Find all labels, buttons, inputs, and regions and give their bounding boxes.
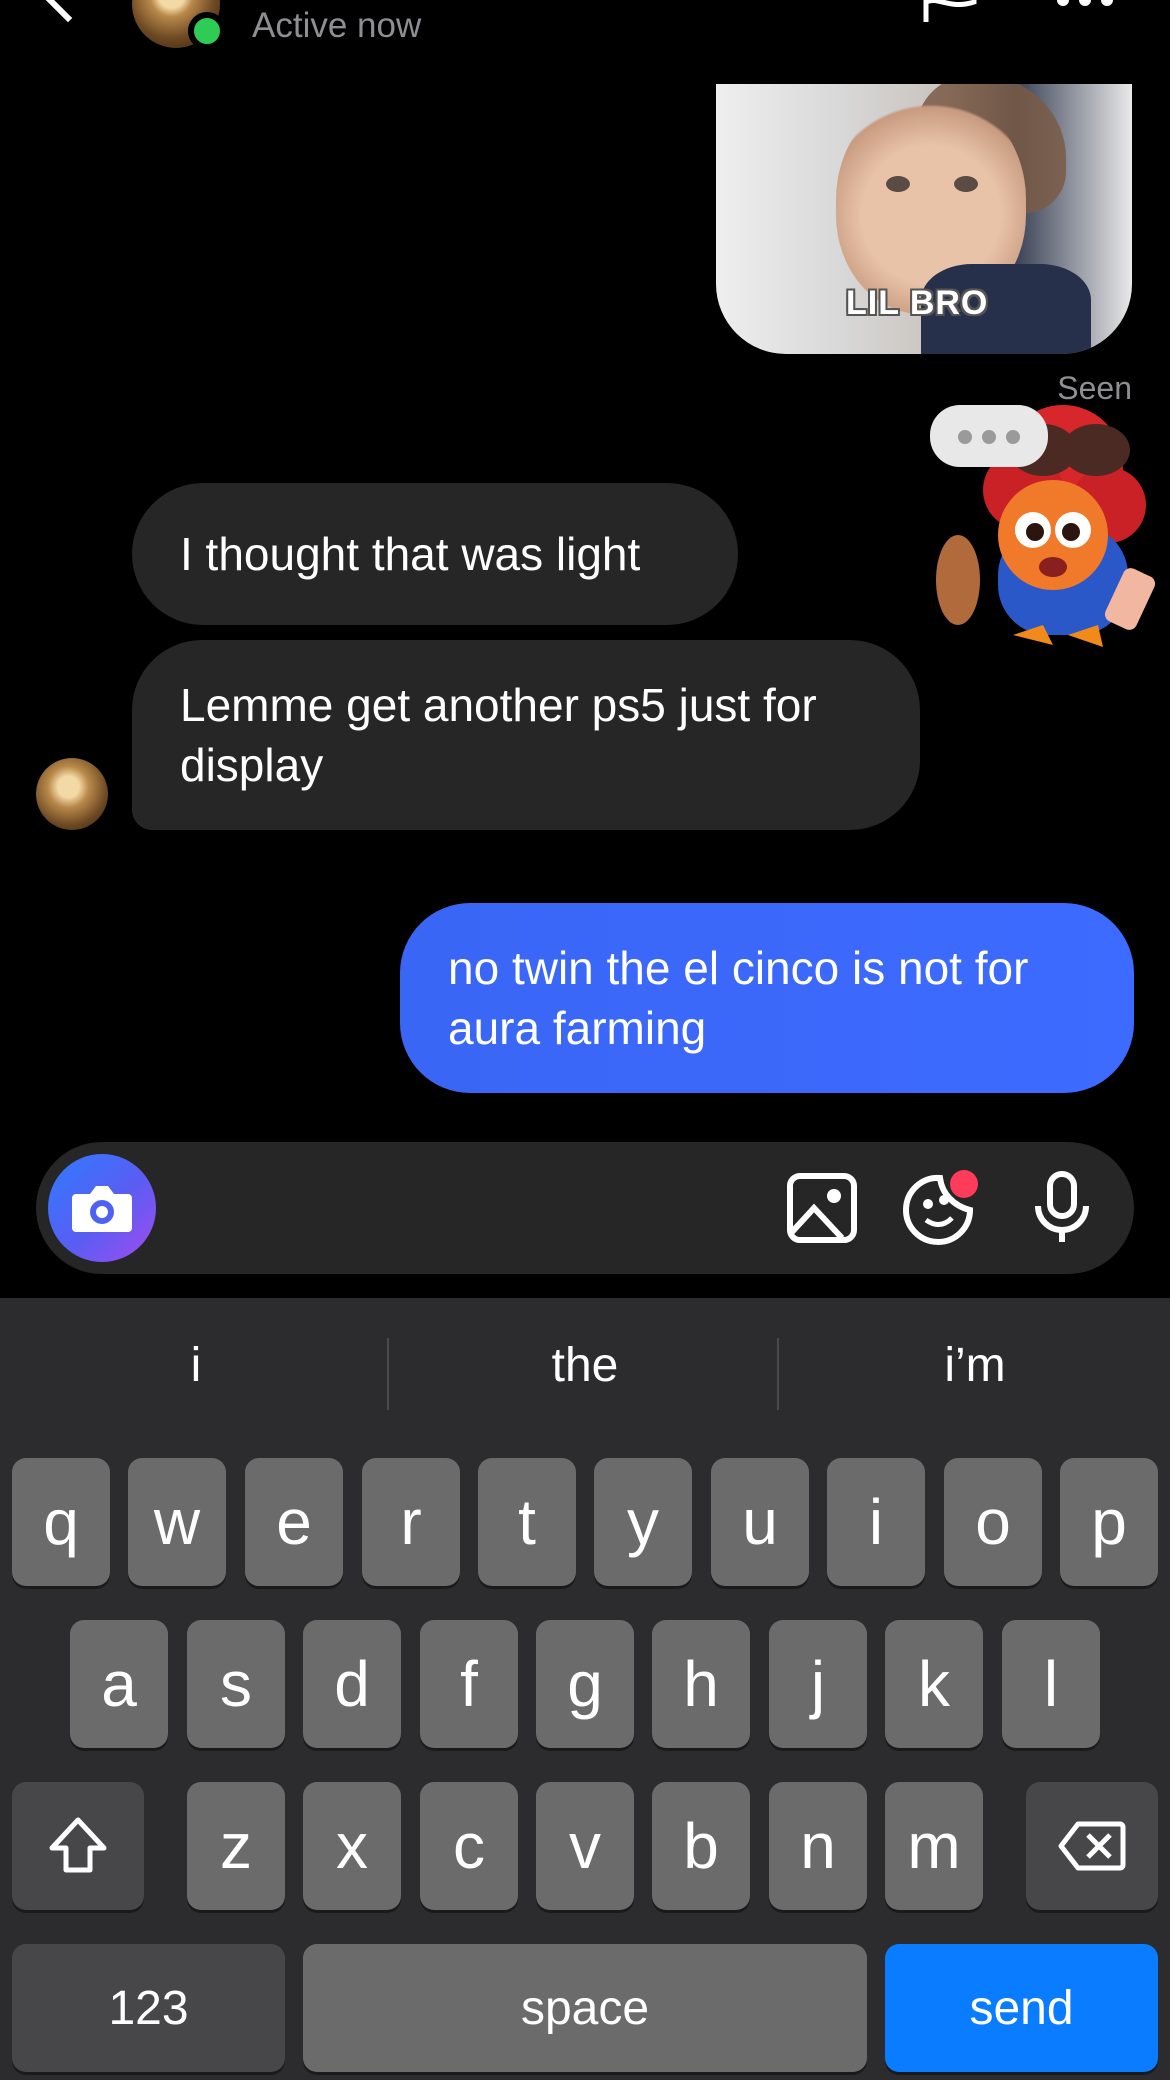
suggestion-item[interactable]: i [6,1338,386,1393]
typing-dot [958,430,972,444]
thumbnail-caption: LIL BRO [846,284,989,322]
online-status-icon [188,12,226,50]
shift-key[interactable] [12,1782,144,1910]
key-e[interactable]: e [245,1458,343,1586]
shift-arrow-icon [49,1817,107,1873]
key-i[interactable]: i [827,1458,925,1586]
key-t[interactable]: t [478,1458,576,1586]
onscreen-keyboard: i the i’m q w e r t y u i o p a s d f g … [0,1298,1170,2080]
message-text: no twin the el cinco is not for aura far… [448,942,1029,1054]
microphone-icon[interactable] [1024,1170,1100,1246]
key-f[interactable]: f [420,1620,518,1748]
key-o[interactable]: o [944,1458,1042,1586]
key-k[interactable]: k [885,1620,983,1748]
key-b[interactable]: b [652,1782,750,1910]
key-c[interactable]: c [420,1782,518,1910]
key-g[interactable]: g [536,1620,634,1748]
suggestion-item[interactable]: the [395,1338,775,1393]
key-l[interactable]: l [1002,1620,1100,1748]
outgoing-message[interactable]: no twin the el cinco is not for aura far… [400,903,1134,1093]
camera-button[interactable] [48,1154,156,1262]
space-key[interactable]: space [303,1944,867,2072]
typing-dots-bubble [930,405,1048,467]
key-s[interactable]: s [187,1620,285,1748]
typing-indicator-sticker [918,395,1168,655]
key-v[interactable]: v [536,1782,634,1910]
key-a[interactable]: a [70,1620,168,1748]
incoming-message[interactable]: Lemme get another ps5 just for display [132,640,920,830]
key-j[interactable]: j [769,1620,867,1748]
typing-dot [982,430,996,444]
key-d[interactable]: d [303,1620,401,1748]
incoming-message[interactable]: I thought that was light [132,483,738,625]
gallery-icon[interactable] [784,1170,860,1246]
key-z[interactable]: z [187,1782,285,1910]
message-text: Lemme get another ps5 just for display [180,679,817,791]
backspace-icon [1058,1821,1126,1871]
key-y[interactable]: y [594,1458,692,1586]
active-status-text: Active now [252,6,422,45]
numbers-key[interactable]: 123 [12,1944,285,2072]
thumbnail-eye [886,176,910,192]
typing-dot [1006,430,1020,444]
send-key[interactable]: send [885,1944,1158,2072]
back-chevron-icon[interactable] [39,0,97,23]
chat-header: Active now [0,0,1170,60]
key-u[interactable]: u [711,1458,809,1586]
key-w[interactable]: w [128,1458,226,1586]
notification-dot [950,1170,978,1198]
suggestion-divider [387,1338,389,1410]
suggestion-divider [777,1338,779,1410]
shared-video-thumbnail[interactable]: LIL BRO [716,84,1132,354]
camera-icon [72,1186,132,1232]
sender-avatar[interactable] [36,758,108,830]
key-q[interactable]: q [12,1458,110,1586]
key-m[interactable]: m [885,1782,983,1910]
backspace-key[interactable] [1026,1782,1158,1910]
message-composer[interactable] [36,1142,1134,1274]
flag-icon[interactable] [920,0,980,22]
more-options-icon[interactable] [1055,0,1115,8]
key-r[interactable]: r [362,1458,460,1586]
key-x[interactable]: x [303,1782,401,1910]
key-p[interactable]: p [1060,1458,1158,1586]
key-n[interactable]: n [769,1782,867,1910]
thumbnail-eye [954,176,978,192]
key-h[interactable]: h [652,1620,750,1748]
message-text: I thought that was light [180,528,641,580]
suggestion-item[interactable]: i’m [785,1338,1165,1393]
